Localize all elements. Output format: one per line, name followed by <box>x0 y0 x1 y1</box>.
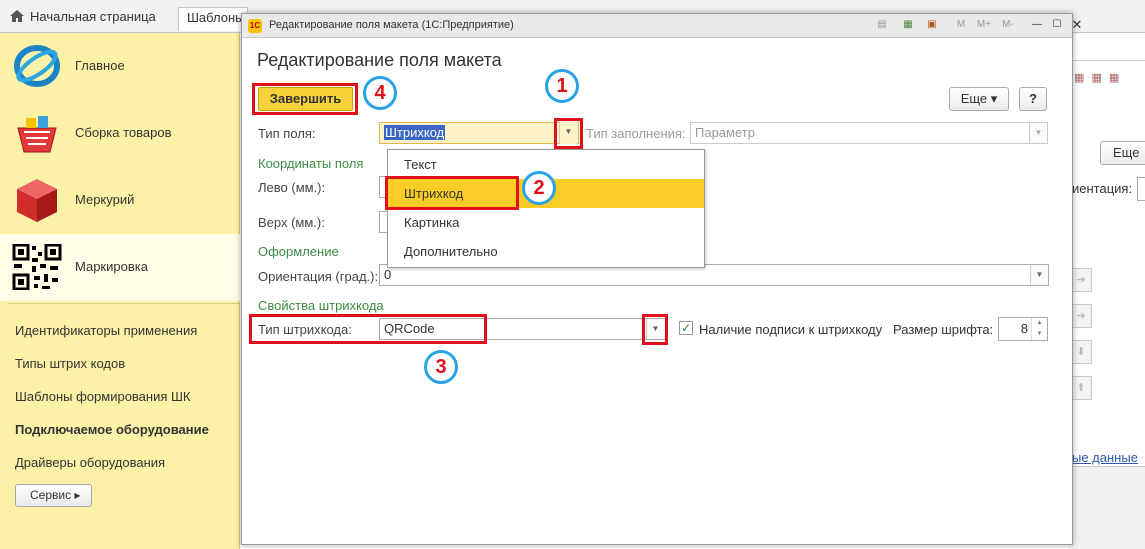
chevron-down-icon[interactable]: ▼ <box>1029 123 1047 143</box>
more-button[interactable]: Еще ▾ <box>949 87 1009 111</box>
sidebar-divider <box>8 303 240 304</box>
basket-icon <box>17 116 57 153</box>
dropdown-option-picture[interactable]: Картинка <box>388 208 704 237</box>
tab-templates-label: Шаблоны <box>187 10 245 25</box>
sidebar-item-mercury[interactable]: Меркурий <box>0 167 240 234</box>
qr-code-icon <box>12 244 62 290</box>
service-button[interactable]: Сервис ▸ <box>15 484 92 507</box>
field-type-value: Штрихкод <box>384 125 446 140</box>
minimize-icon[interactable]: — <box>1030 18 1044 32</box>
background-divider <box>1070 60 1145 61</box>
design-section-title: Оформление <box>258 244 339 259</box>
memory-plus-icon[interactable]: M+ <box>974 18 994 32</box>
help-button[interactable]: ? <box>1019 87 1047 111</box>
1c-logo-icon: 1С <box>248 19 262 33</box>
left-label: Лево (мм.): <box>258 180 326 195</box>
sidebar-item-main[interactable]: Главное <box>0 33 240 100</box>
memory-minus-icon[interactable]: M- <box>998 18 1018 32</box>
annotation-number-3: 3 <box>424 350 458 384</box>
sidebar-link-barcode-templates[interactable]: Шаблоны формирования ШК <box>15 389 191 404</box>
font-size-stepper[interactable]: 8 ▲ ▼ <box>998 317 1048 341</box>
annotation-box-barcode-type <box>249 314 487 344</box>
top-label: Верх (мм.): <box>258 215 325 230</box>
print-icon[interactable]: ▤ <box>875 18 889 32</box>
tab-home-label: Начальная страница <box>30 9 156 24</box>
annotation-number-4: 4 <box>363 76 397 110</box>
chevron-down-icon[interactable]: ▼ <box>1030 265 1048 285</box>
annotation-box-finish <box>252 83 358 115</box>
background-more-button[interactable]: Еще <box>1100 141 1145 165</box>
field-type-select[interactable]: Штрихкод <box>379 122 579 144</box>
maximize-icon[interactable]: ☐ <box>1050 18 1064 32</box>
calendar-icon[interactable]: ▣ <box>925 18 939 32</box>
close-icon[interactable]: ✕ <box>1070 18 1084 32</box>
background-toolbar: ▦ ▦ ▦ <box>1074 72 1122 84</box>
annotation-box-barcode-dropdown <box>642 314 668 345</box>
caption-checkbox[interactable]: ✓ <box>679 321 693 335</box>
caption-checkbox-label[interactable]: Наличие подписи к штрихкоду <box>699 322 882 337</box>
annotation-number-1: 1 <box>545 69 579 103</box>
coords-section-title: Координаты поля <box>258 156 364 171</box>
fill-type-label: Тип заполнения: <box>586 126 686 141</box>
home-icon <box>10 10 24 22</box>
sidebar: Главное Сборка товаров Меркурий Маркиров… <box>0 33 240 549</box>
arrow-down-icon[interactable]: ⬇ <box>1070 340 1092 364</box>
memory-m-icon[interactable]: M <box>954 18 968 32</box>
background-bottom-panel <box>1068 466 1145 549</box>
sidebar-item-label: Меркурий <box>75 192 135 207</box>
annotation-number-2: 2 <box>522 171 556 205</box>
arrow-right-icon[interactable]: ➔ <box>1070 304 1092 328</box>
sidebar-link-barcode-types[interactable]: Типы штрих кодов <box>15 356 125 371</box>
sidebar-item-assembly[interactable]: Сборка товаров <box>0 100 240 167</box>
barcode-section-title: Свойства штрихкода <box>258 298 384 313</box>
annotation-box-barcode-option <box>385 176 519 210</box>
arrow-up-icon[interactable]: ⬆ <box>1070 376 1092 400</box>
page-title: Редактирование поля макета <box>257 50 502 70</box>
field-type-label: Тип поля: <box>258 126 316 141</box>
spin-down-icon[interactable]: ▼ <box>1031 329 1047 340</box>
fill-type-field[interactable]: Параметр <box>690 122 1048 144</box>
sidebar-link-connected-equipment[interactable]: Подключаемое оборудование <box>15 422 209 437</box>
background-orientation-label: иентация: <box>1072 181 1133 196</box>
sidebar-link-application-ids[interactable]: Идентификаторы применения <box>15 323 197 338</box>
tab-home[interactable]: Начальная страница <box>2 7 164 31</box>
globe-icon <box>14 45 60 87</box>
calculator-icon[interactable]: ▦ <box>901 18 915 32</box>
sidebar-item-label: Сборка товаров <box>75 125 172 140</box>
sidebar-link-equipment-drivers[interactable]: Драйверы оборудования <box>15 455 165 470</box>
window-title: Редактирование поля макета (1С:Предприят… <box>269 19 514 31</box>
font-size-label: Размер шрифта: <box>893 322 994 337</box>
background-link[interactable]: ые данные <box>1072 450 1138 465</box>
font-size-value: 8 <box>1020 321 1028 336</box>
sidebar-item-label: Маркировка <box>75 259 148 274</box>
arrow-right-icon[interactable]: ➔ <box>1070 268 1092 292</box>
cube-icon <box>17 179 57 222</box>
spin-up-icon[interactable]: ▲ <box>1031 318 1047 329</box>
window-titlebar: 1С Редактирование поля макета (1С:Предпр… <box>242 14 1082 38</box>
dropdown-option-additional[interactable]: Дополнительно <box>388 237 704 266</box>
sidebar-item-label: Главное <box>75 58 125 73</box>
sidebar-item-marking[interactable]: Маркировка <box>0 234 240 301</box>
edit-layout-field-window: 1С Редактирование поля макета (1С:Предпр… <box>241 13 1082 545</box>
orientation-label: Ориентация (град.): <box>258 269 379 284</box>
tab-templates[interactable]: Шаблоны <box>178 7 248 31</box>
background-orientation-field[interactable] <box>1137 177 1145 201</box>
annotation-box-dropdown-button <box>554 118 583 149</box>
